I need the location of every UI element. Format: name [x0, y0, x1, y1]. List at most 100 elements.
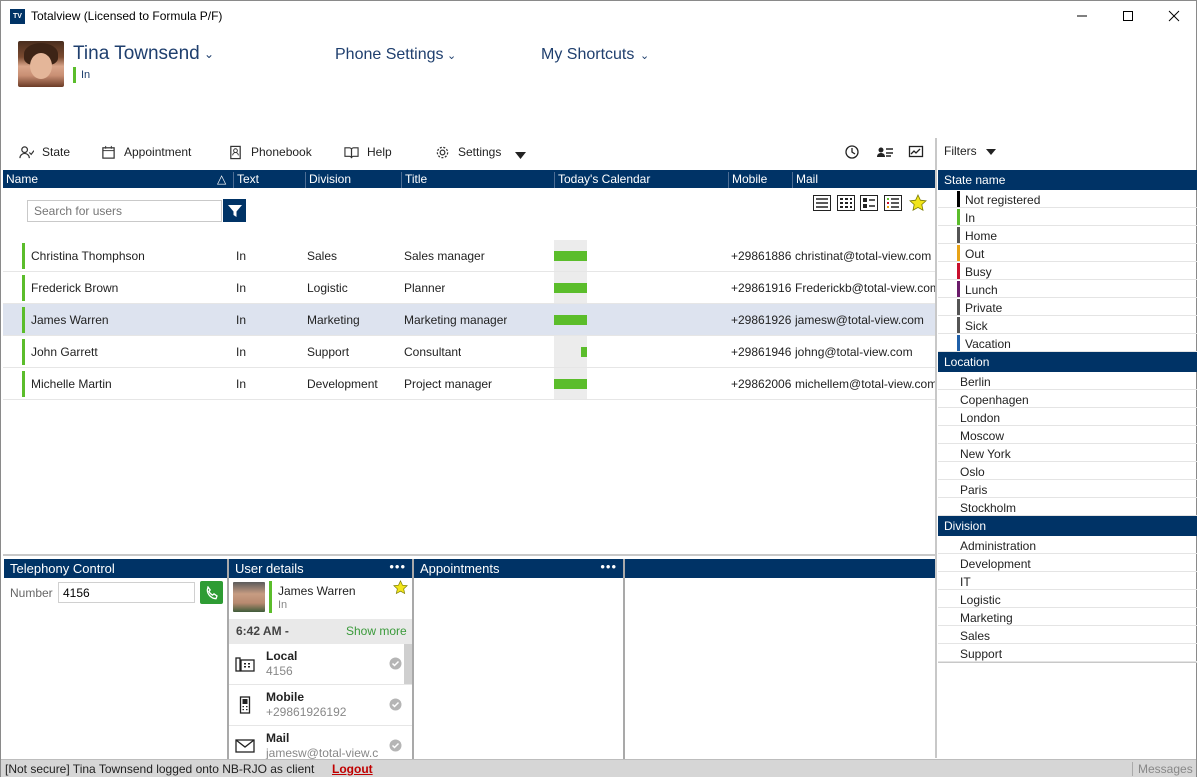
phone-settings-menu[interactable]: Phone Settings [335, 46, 444, 64]
phonebook-button[interactable]: Phonebook [228, 144, 312, 160]
column-header-title[interactable]: Title [401, 172, 427, 188]
cell-mail[interactable]: Frederickb@total-view.com [795, 281, 935, 295]
filter-state-home[interactable]: Home [938, 226, 1197, 244]
filter-location[interactable]: London [938, 408, 1197, 426]
color-view-button[interactable] [883, 194, 903, 212]
filter-state-out[interactable]: Out [938, 244, 1197, 262]
filter-division[interactable]: Logistic [938, 590, 1197, 608]
title-bar: TV Totalview (Licensed to Formula P/F) [1, 1, 1196, 31]
column-header-calendar[interactable]: Today's Calendar [554, 172, 650, 188]
detail-view-button[interactable] [859, 194, 879, 212]
filter-location[interactable]: New York [938, 444, 1197, 462]
avatar[interactable] [18, 41, 64, 87]
contacts-view-button[interactable] [876, 144, 894, 160]
mobile-phone-icon [239, 696, 251, 714]
list-view-button[interactable] [812, 194, 832, 212]
contact-mobile[interactable]: Mobile +29861926192 [229, 685, 412, 726]
vertical-splitter[interactable] [935, 138, 937, 758]
favorites-button[interactable] [908, 194, 928, 212]
settings-dropdown-arrow[interactable] [515, 148, 526, 162]
cell-name: James Warren [31, 313, 109, 327]
cell-title: Consultant [404, 345, 462, 359]
statistics-button[interactable] [908, 144, 926, 160]
show-more-link[interactable]: Show more [346, 624, 407, 638]
filter-state-lunch[interactable]: Lunch [938, 280, 1197, 298]
history-button[interactable] [844, 144, 862, 160]
filter-state-sick[interactable]: Sick [938, 316, 1197, 334]
filter-location[interactable]: Moscow [938, 426, 1197, 444]
filter-state-not-registered[interactable]: Not registered [938, 190, 1197, 208]
filter-state-busy[interactable]: Busy [938, 262, 1197, 280]
table-row-selected[interactable]: James Warren In Marketing Marketing mana… [3, 304, 935, 336]
filters-dropdown[interactable]: Filters [944, 144, 997, 158]
filter-division[interactable]: Development [938, 554, 1197, 572]
filter-location[interactable]: Oslo [938, 462, 1197, 480]
more-options-icon[interactable]: ••• [600, 559, 617, 574]
column-header-mobile[interactable]: Mobile [728, 172, 767, 188]
table-row[interactable]: Christina Thomphson In Sales Sales manag… [3, 240, 935, 272]
filter-label: Private [965, 301, 1003, 315]
settings-label: Settings [458, 145, 502, 159]
filter-state-private[interactable]: Private [938, 298, 1197, 316]
settings-button[interactable]: Settings [435, 144, 501, 160]
filter-label: Home [965, 229, 998, 243]
maximize-button[interactable] [1105, 1, 1151, 31]
minimize-button[interactable] [1059, 1, 1105, 31]
help-button[interactable]: Help [344, 144, 392, 160]
chevron-down-icon[interactable]: ⌄ [447, 49, 456, 62]
messages-button[interactable]: Messages [1132, 762, 1193, 776]
cell-mail[interactable]: jamesw@total-view.com [795, 313, 935, 327]
cell-mail[interactable]: michellem@total-view.com [795, 377, 935, 391]
contact-value: 4156 [266, 664, 293, 678]
filter-division[interactable]: IT [938, 572, 1197, 590]
column-header-text[interactable]: Text [233, 172, 259, 188]
close-button[interactable] [1151, 1, 1197, 31]
column-header-mail[interactable]: Mail [792, 172, 818, 188]
favorite-toggle[interactable] [393, 580, 408, 598]
mail-icon [235, 739, 255, 753]
appointments-panel-header: Appointments ••• [414, 559, 623, 578]
table-row[interactable]: John Garrett In Support Consultant +2986… [3, 336, 935, 368]
filter-state-in[interactable]: In [938, 208, 1197, 226]
contact-local[interactable]: Local 4156 [229, 644, 412, 685]
table-row[interactable]: Michelle Martin In Development Project m… [3, 368, 935, 400]
call-button[interactable] [200, 581, 223, 604]
logout-link[interactable]: Logout [332, 762, 373, 776]
chevron-down-icon[interactable]: ⌄ [640, 49, 649, 62]
filter-division[interactable]: Administration [938, 536, 1197, 554]
sort-ascending-icon[interactable]: △ [217, 172, 226, 186]
filter-location[interactable]: Berlin [938, 372, 1197, 390]
filter-button[interactable] [223, 199, 246, 222]
column-header-division[interactable]: Division [305, 172, 351, 188]
number-input[interactable] [58, 582, 195, 603]
scrollbar-thumb[interactable] [404, 644, 412, 684]
state-label: State [42, 145, 71, 159]
column-header-name[interactable]: Name [3, 172, 38, 188]
search-input[interactable] [27, 200, 222, 222]
star-icon [909, 194, 927, 211]
grid-view-button[interactable] [836, 194, 856, 212]
my-shortcuts-menu[interactable]: My Shortcuts [541, 46, 634, 64]
horizontal-splitter[interactable] [3, 554, 935, 556]
table-row[interactable]: Frederick Brown In Logistic Planner +298… [3, 272, 935, 304]
state-button[interactable]: State [19, 144, 70, 160]
check-circle-icon [389, 739, 402, 752]
filter-location[interactable]: Stockholm [938, 498, 1197, 516]
filter-state-vacation[interactable]: Vacation [938, 334, 1197, 352]
contact-mail[interactable]: Mail jamesw@total-view.c [229, 726, 412, 759]
filter-label: Berlin [960, 375, 991, 389]
filter-location[interactable]: Paris [938, 480, 1197, 498]
cell-mail[interactable]: christinat@total-view.com [795, 249, 935, 263]
filter-division[interactable]: Sales [938, 626, 1197, 644]
user-name[interactable]: Tina Townsend [73, 43, 200, 65]
filter-division[interactable]: Marketing [938, 608, 1197, 626]
filter-location[interactable]: Copenhagen [938, 390, 1197, 408]
local-time: 6:42 AM - [236, 624, 289, 638]
chevron-down-icon[interactable]: ⌄ [204, 47, 214, 61]
detail-view-icon [860, 195, 878, 211]
cell-mail[interactable]: johng@total-view.com [795, 345, 935, 359]
color-list-icon [884, 195, 902, 211]
appointment-button[interactable]: Appointment [101, 144, 191, 160]
filter-division[interactable]: Support [938, 644, 1197, 662]
more-options-icon[interactable]: ••• [389, 559, 406, 574]
